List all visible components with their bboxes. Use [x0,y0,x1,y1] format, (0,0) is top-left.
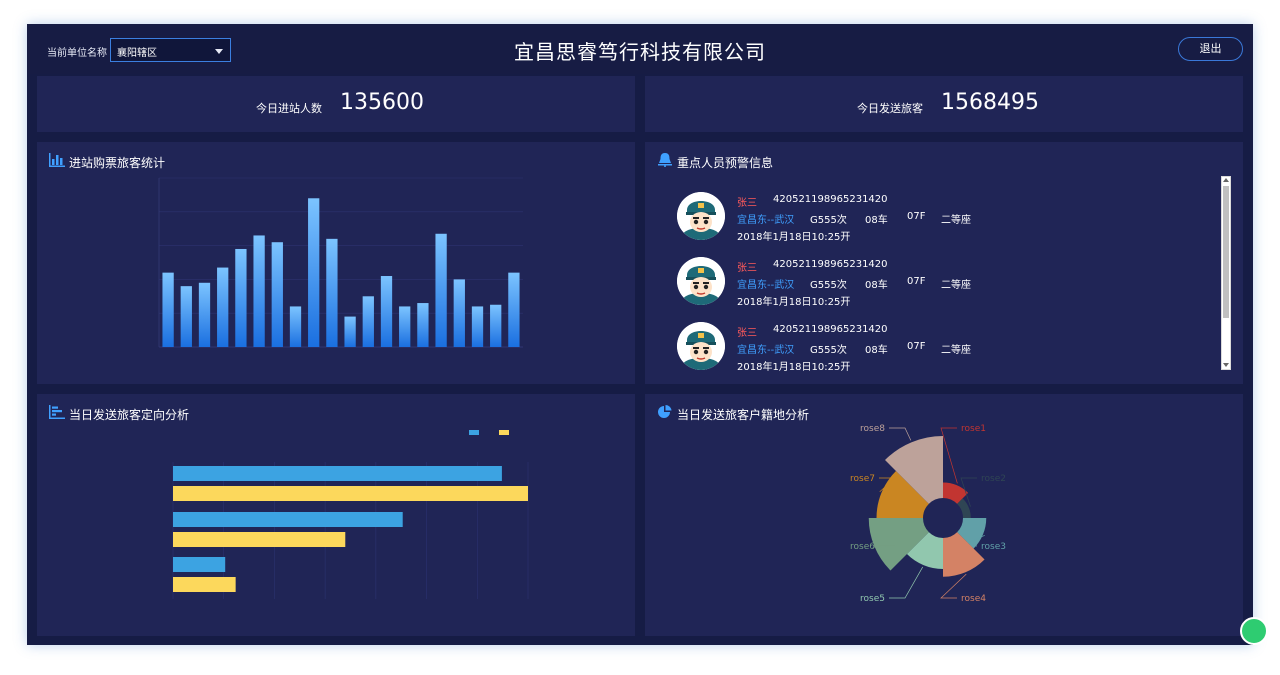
slice-label: rose4 [961,594,986,604]
legend-swatch [469,430,479,435]
direction-chart-panel: 当日发送旅客定向分析 [37,394,635,636]
chart-bar [173,532,346,547]
warning-name: 张三 [737,263,757,274]
chart-bar [173,557,226,572]
warning-time: 2018年1月18日10:25开 [737,232,851,243]
warning-train: G555次 [810,215,847,226]
avatar [677,192,725,240]
warning-car: 08车 [865,280,888,291]
warning-train: G555次 [810,345,847,356]
warning-panel: 重点人员预警信息 张三 420521198965231420 宜昌东--武汉 G… [645,142,1243,384]
warning-class: 二等座 [941,345,971,356]
chart-bar [308,198,320,347]
origin-chart-panel: 当日发送旅客户籍地分析 rose1 rose2 rose3 rose4 rose5 ros… [645,394,1243,636]
warning-train: G555次 [810,280,847,291]
chart-bar [471,306,484,347]
chart-bar [173,577,236,592]
warning-seat: 07F [907,211,926,222]
ticket-chart-panel: 进站购票旅客统计 [37,142,635,384]
sent-stat-label: 今日发送旅客 [857,102,923,115]
direction-bar-chart [172,430,529,599]
label-line [889,566,924,599]
chart-bar [217,267,229,347]
warning-route: 宜昌东--武汉 [737,215,795,226]
ticket-bar-chart [158,177,523,348]
entry-stat-value: 135600 [340,90,424,115]
chart-bar [380,276,393,347]
scrollbar-thumb[interactable] [1223,186,1229,318]
warning-name: 张三 [737,198,757,209]
chart-bar [508,272,520,347]
warning-seat: 07F [907,276,926,287]
chart-bar [417,303,429,347]
chart-bar [289,306,302,347]
sent-stat-value: 1568495 [941,90,1039,115]
chart-bar [435,233,447,347]
legend-swatch [499,430,509,435]
floating-badge[interactable] [1240,617,1268,645]
warning-route: 宜昌东--武汉 [737,280,795,291]
warning-time: 2018年1月18日10:25开 [737,297,851,308]
chart-bar [180,286,192,347]
warning-car: 08车 [865,345,888,356]
label-line [889,427,912,441]
chart-bar [453,279,465,347]
chart-bar [162,272,174,347]
page-title: 宜昌思睿笃行科技有限公司 [514,40,766,64]
slice-label: rose5 [860,594,885,604]
warning-name: 张三 [737,328,757,339]
label-line [940,427,958,484]
slice-label: rose2 [981,474,1006,484]
slice-label: rose3 [981,542,1006,552]
chart-bar [271,242,283,347]
top-bar: 当前单位名称 襄阳辖区 宜昌思睿笃行科技有限公司 退出 [27,24,1253,74]
chart-bar [173,512,403,527]
warning-class: 二等座 [941,215,971,226]
slice-label: rose6 [850,542,875,552]
chart-bar [490,304,502,347]
warning-item[interactable]: 张三 420521198965231420 宜昌东--武汉 G555次 08车 … [677,253,1197,309]
avatar [677,257,725,305]
origin-rose-chart: rose1 rose2 rose3 rose4 rose5 rose6 rose7 rose8 [850,424,1006,604]
chart-bar [399,306,411,347]
chart-bar [344,316,356,347]
bell-icon [658,153,672,167]
chart-bar [362,296,374,347]
logout-button[interactable]: 退出 [1178,37,1243,61]
warning-seat: 07F [907,341,926,352]
chart-bar [198,282,211,347]
warning-item[interactable]: 张三 420521198965231420 宜昌东--武汉 G555次 08车 … [677,188,1197,244]
warning-title: 重点人员预警信息 [677,156,774,170]
slice-label: rose8 [860,424,885,434]
entry-stat-panel: 今日进站人数 135600 [37,76,635,132]
warning-item[interactable]: 张三 420521198965231420 宜昌东--武汉 G555次 08车 … [677,318,1197,374]
avatar [677,322,725,370]
slice-label: rose1 [961,424,986,434]
warning-scrollbar[interactable] [1221,176,1231,370]
chart-bar [173,466,502,481]
entry-stat-label: 今日进站人数 [256,102,322,115]
warning-time: 2018年1月18日10:25开 [737,362,851,373]
warning-class: 二等座 [941,280,971,291]
warning-id: 420521198965231420 [773,259,888,270]
chart-bar [253,235,265,347]
warning-id: 420521198965231420 [773,324,888,335]
chart-bar [173,486,528,501]
warning-id: 420521198965231420 [773,194,888,205]
warning-car: 08车 [865,215,888,226]
scroll-up-icon[interactable] [1223,178,1229,182]
scroll-down-icon[interactable] [1223,363,1229,367]
dashboard-frame: 当前单位名称 襄阳辖区 宜昌思睿笃行科技有限公司 退出 今日进站人数 13560… [27,24,1253,645]
chart-bar [326,238,338,347]
warning-route: 宜昌东--武汉 [737,345,795,356]
slice-label: rose7 [850,474,875,484]
chart-bar [235,248,247,347]
sent-stat-panel: 今日发送旅客 1568495 [645,76,1243,132]
